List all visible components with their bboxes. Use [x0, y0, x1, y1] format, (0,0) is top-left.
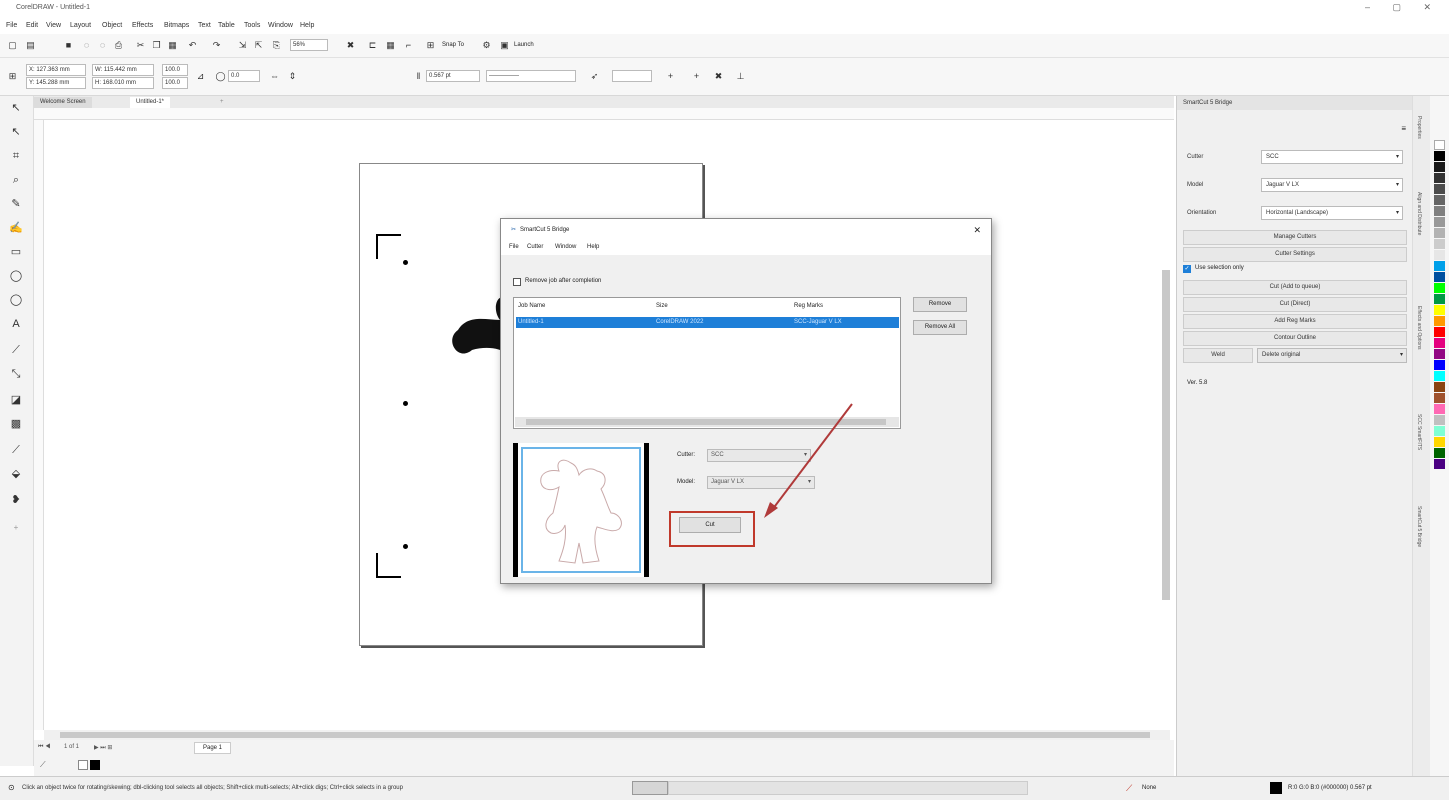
annotation-arrow: [764, 403, 853, 518]
